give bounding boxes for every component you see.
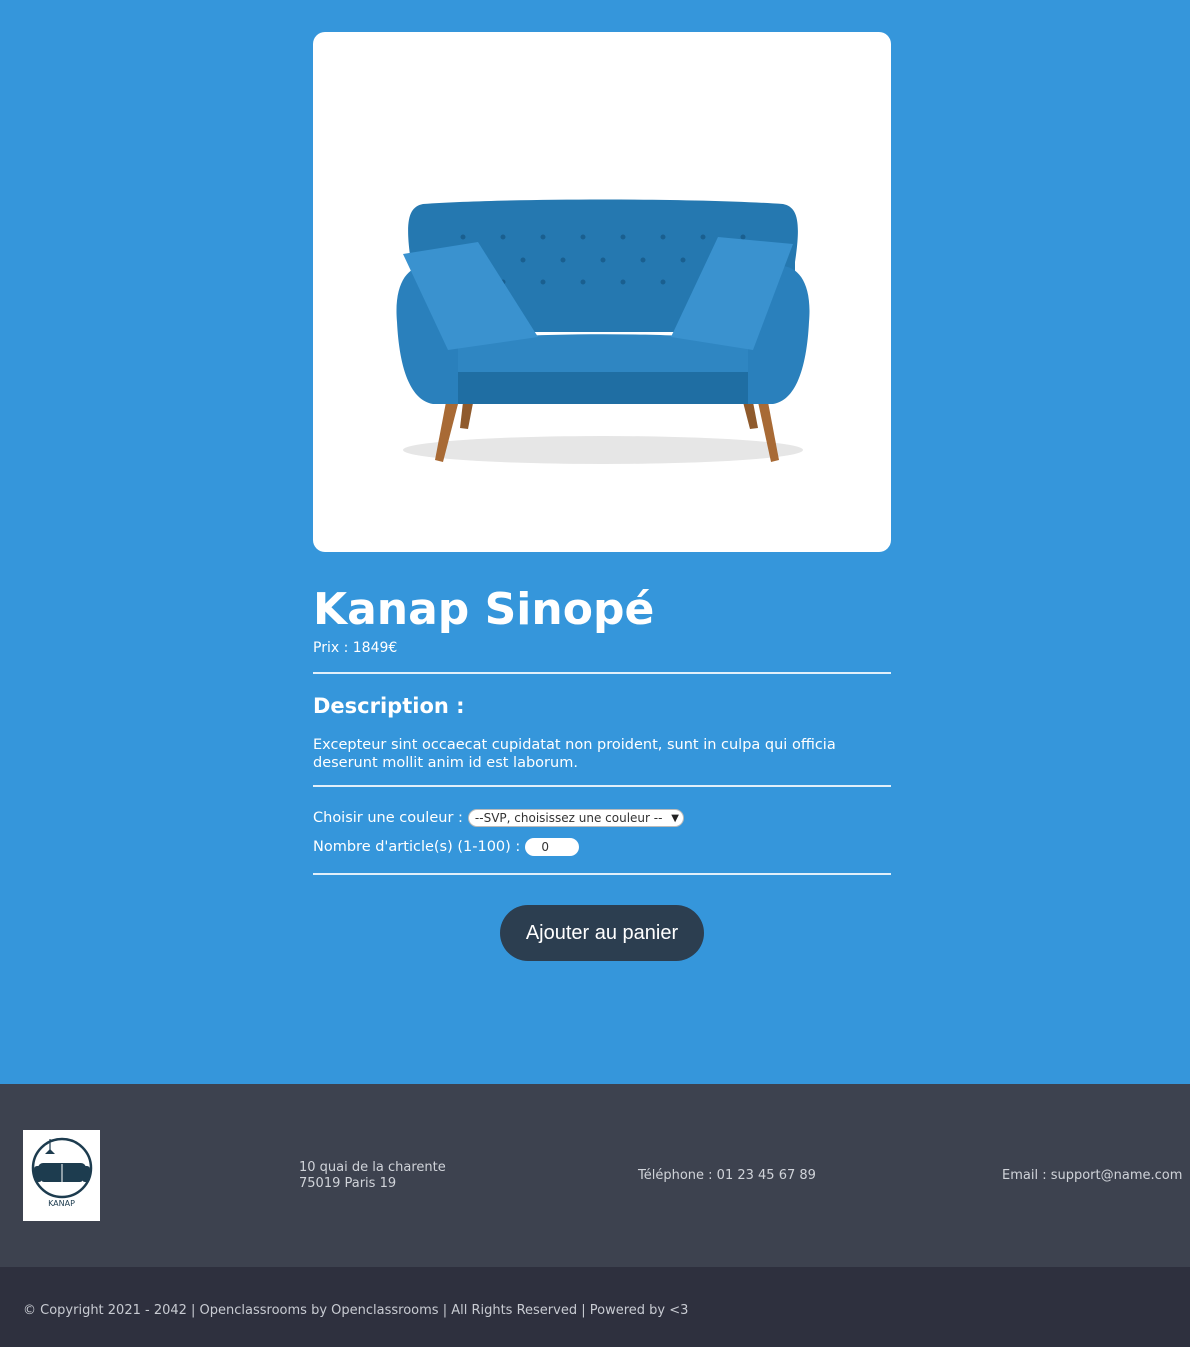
price-value: 1849 <box>352 640 389 656</box>
color-option-row: Choisir une couleur : --SVP, choisissez … <box>313 809 684 827</box>
quantity-option-row: Nombre d'article(s) (1-100) : <box>313 838 580 856</box>
copyright-bar: © Copyright 2021 - 2042 | Openclassrooms… <box>0 1267 1190 1347</box>
copyright-text: © Copyright 2021 - 2042 | Openclassrooms… <box>23 1303 689 1318</box>
footer-address: 10 quai de la charente 75019 Paris 19 <box>299 1160 446 1192</box>
product-price: Prix : 1849€ <box>313 640 397 656</box>
product-image <box>313 32 891 552</box>
divider <box>313 873 891 875</box>
kanap-logo: KANAP <box>23 1130 100 1221</box>
description-text: Excepteur sint occaecat cupidatat non pr… <box>313 737 836 771</box>
main-content: Kanap Sinopé Prix : 1849€ Description : … <box>0 0 1190 1084</box>
address-line-1: 10 quai de la charente <box>299 1160 446 1175</box>
divider <box>313 672 891 674</box>
description-title: Description : <box>313 694 465 718</box>
quantity-input[interactable] <box>525 838 580 856</box>
color-select-value: --SVP, choisissez une couleur -- <box>474 811 663 825</box>
footer: KANAP 10 quai de la charente 75019 Paris… <box>0 1084 1190 1267</box>
chevron-down-icon: ▼ <box>671 812 679 824</box>
quantity-label: Nombre d'article(s) (1-100) : <box>313 839 521 855</box>
add-to-cart-button[interactable]: Ajouter au panier <box>500 905 704 961</box>
color-select[interactable]: --SVP, choisissez une couleur -- ▼ <box>467 809 684 827</box>
logo-text: KANAP <box>48 1199 75 1208</box>
sofa-illustration <box>396 199 810 464</box>
price-currency: € <box>388 640 398 656</box>
price-label: Prix : <box>313 640 353 656</box>
product-title: Kanap Sinopé <box>313 584 655 635</box>
footer-phone: Téléphone : 01 23 45 67 89 <box>638 1168 816 1183</box>
color-label: Choisir une couleur : <box>313 810 463 826</box>
address-line-2: 75019 Paris 19 <box>299 1176 397 1191</box>
footer-email: Email : support@name.com <box>1002 1168 1183 1183</box>
divider <box>313 785 891 787</box>
